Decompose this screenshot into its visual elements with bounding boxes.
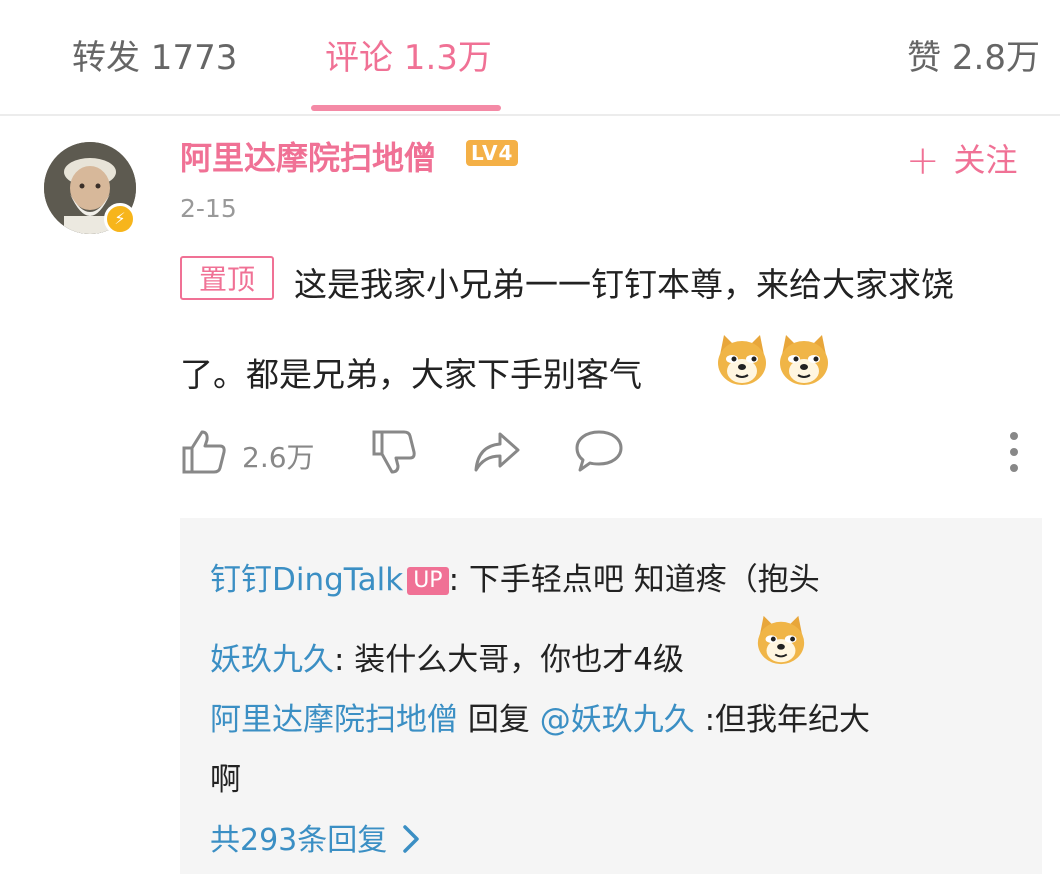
up-badge: UP <box>407 567 449 595</box>
reply-separator: : <box>334 642 345 678</box>
verified-lightning-icon: ⚡ <box>104 203 136 235</box>
comment-text-line2: 了。都是兄弟，大家下手别客气 <box>180 355 642 394</box>
reply-item: 钉钉DingTalk UP: 下手轻点吧 知道疼（抱头 <box>210 554 820 599</box>
comment-username[interactable]: 阿里达摩院扫地僧 <box>180 133 436 179</box>
comment-date: 2-15 <box>180 194 237 223</box>
tab-like[interactable]: 赞 2.8万 <box>907 30 1040 79</box>
plus-icon: + <box>906 138 940 184</box>
thumbs-down-icon[interactable] <box>370 428 418 476</box>
reply-item: 妖玖九久: 装什么大哥，你也才4级 <box>210 634 684 679</box>
reply-text-continuation: 啊 <box>210 762 241 798</box>
reply-preview-box[interactable]: 钉钉DingTalk UP: 下手轻点吧 知道疼（抱头 妖玖九久: 装什么大哥，你… <box>180 518 1042 874</box>
share-icon[interactable] <box>472 428 522 476</box>
reply-word: 回复 <box>458 702 540 738</box>
tab-comment[interactable]: 评论 1.3万 <box>325 30 492 79</box>
pinned-tag: 置顶 <box>180 256 274 300</box>
doge-emoji-icon <box>757 615 805 665</box>
reply-text: 装什么大哥，你也才4级 <box>344 642 685 678</box>
like-count: 2.6万 <box>242 441 315 474</box>
comment-text-line1: 这是我家小兄弟一一钉钉本尊，来给大家求饶 <box>294 265 954 304</box>
reply-separator: : <box>694 702 716 738</box>
doge-emoji-icon <box>780 335 828 385</box>
reply-text: 下手轻点吧 知道疼（抱头 <box>459 562 820 598</box>
tab-bar: 转发 1773 评论 1.3万 赞 2.8万 <box>0 0 1060 116</box>
reply-user[interactable]: 钉钉DingTalk <box>210 562 403 598</box>
view-all-replies-link[interactable]: 共293条回复 <box>210 815 421 859</box>
reply-separator: : <box>448 562 460 598</box>
tab-repost[interactable]: 转发 1773 <box>72 30 237 79</box>
reply-mention[interactable]: @妖玖九久 <box>540 702 695 738</box>
reply-user[interactable]: 妖玖九久 <box>210 642 334 678</box>
reply-item: 阿里达摩院扫地僧 回复 @妖玖九久 :但我年纪大 <box>210 694 870 739</box>
follow-button[interactable]: + 关注 <box>906 135 1018 184</box>
thumbs-up-icon[interactable] <box>180 428 228 476</box>
reply-text: 但我年纪大 <box>715 702 871 738</box>
view-all-replies-label: 共293条回复 <box>210 823 388 858</box>
active-tab-indicator <box>311 105 501 111</box>
level-badge: LV4 <box>466 140 519 166</box>
comment-icon[interactable] <box>574 428 624 476</box>
more-vertical-icon[interactable] <box>1002 430 1026 474</box>
follow-label: 关注 <box>953 141 1018 179</box>
reply-user[interactable]: 阿里达摩院扫地僧 <box>210 702 458 738</box>
chevron-right-icon <box>403 825 420 853</box>
doge-emoji-icon <box>718 335 766 385</box>
